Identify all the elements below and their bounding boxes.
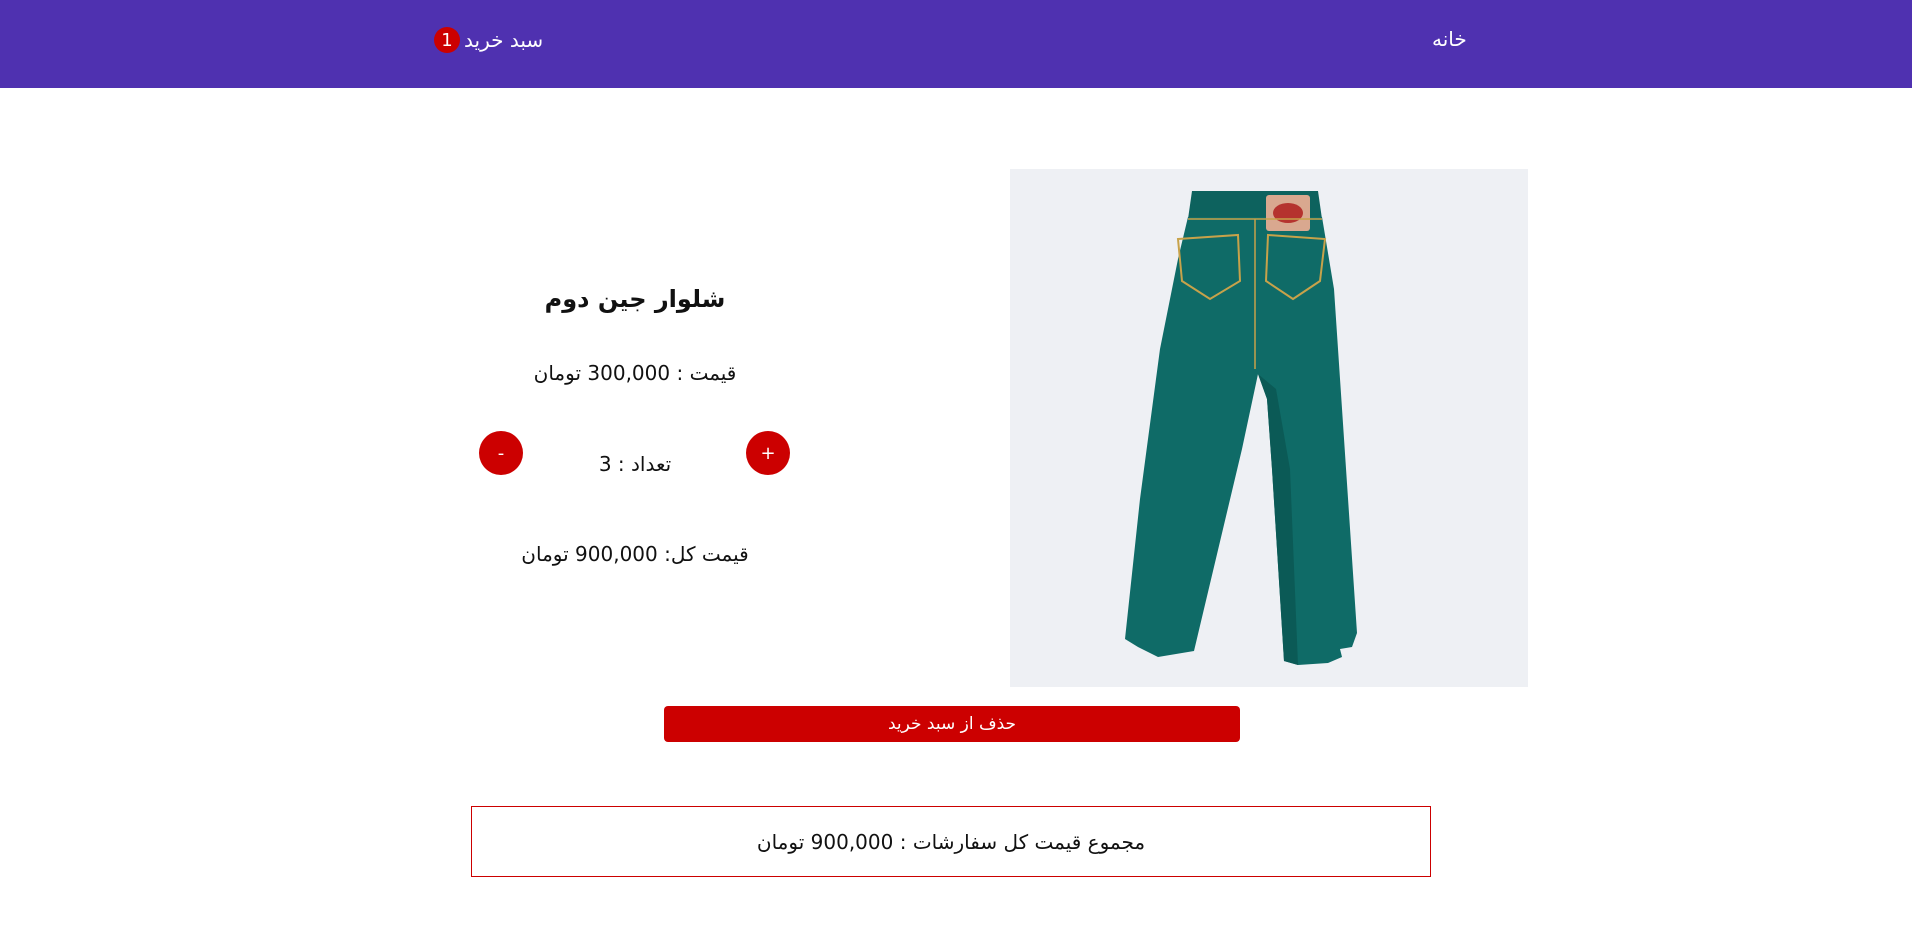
order-total-summary: مجموع قیمت کل سفارشات : 900,000 تومان	[471, 806, 1431, 877]
remove-from-cart-button[interactable]: حذف از سبد خرید	[664, 706, 1240, 742]
cart-count-badge: 1	[434, 27, 460, 53]
product-title: شلوار جین دوم	[544, 285, 726, 313]
jeans-image	[1010, 169, 1528, 687]
product-price: قیمت : 300,000 تومان	[533, 361, 737, 385]
order-total-text: مجموع قیمت کل سفارشات : 900,000 تومان	[756, 829, 1146, 854]
nav-cart-label: سبد خرید	[464, 28, 544, 52]
navbar: خانه سبد خرید 1	[0, 0, 1912, 88]
product-image	[1010, 169, 1528, 687]
nav-cart-link[interactable]: سبد خرید 1	[434, 27, 543, 53]
decrease-quantity-button[interactable]: -	[479, 431, 523, 475]
line-total-price: قیمت کل: 900,000 تومان	[521, 542, 749, 566]
increase-quantity-button[interactable]: +	[746, 431, 790, 475]
quantity-label: تعداد : 3	[598, 452, 672, 476]
nav-home-link[interactable]: خانه	[1432, 27, 1467, 51]
